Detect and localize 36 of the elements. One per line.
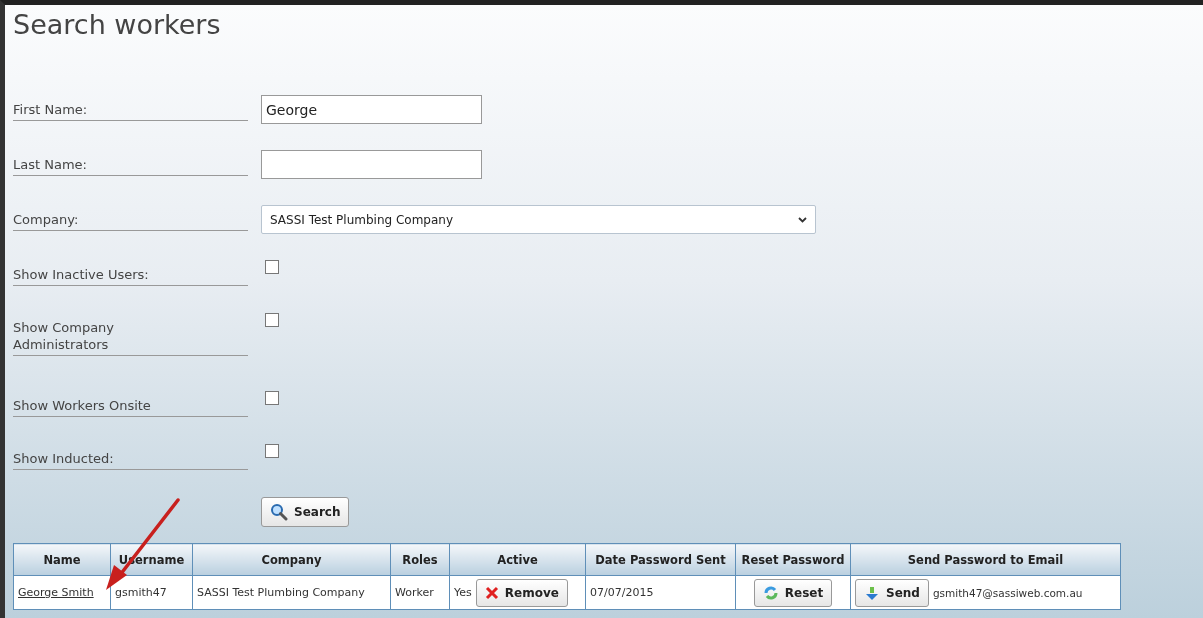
checkbox[interactable] [265,260,279,274]
field-label: Last Name: [13,150,248,176]
active-status: Yes [454,586,472,599]
column-header: Roles [390,543,450,576]
field-label: Show Company Administrators [13,313,248,356]
download-arrow-icon [864,584,880,601]
column-header: Send Password to Email [850,543,1121,576]
close-icon [484,585,499,600]
field-label: Company: [13,205,248,231]
remove-button[interactable]: Remove [475,578,568,607]
company-dropdown[interactable]: SASSI Test Plumbing Company [261,205,816,234]
caret-icon [798,216,807,223]
search-icon [270,503,288,521]
column-header: Company [192,543,391,576]
input-field[interactable]: George [261,95,482,124]
send-button[interactable]: Send [855,578,929,607]
column-header: Date Password Sent [585,543,736,576]
field-label: Show Workers Onsite [13,391,248,417]
email-address: gsmith47@sassiweb.com.au [932,586,1083,599]
column-header: Reset Password [735,543,851,576]
table-cell: SASSI Test Plumbing Company [192,575,391,610]
field-label: First Name: [13,95,248,121]
input-field[interactable] [261,150,482,179]
page-title: Search workers [13,9,222,42]
refresh-icon [762,584,779,601]
checkbox[interactable] [265,444,279,458]
field-label: Show Inducted: [13,444,248,470]
column-header: Active [449,543,586,576]
search-button[interactable]: Search [261,497,350,527]
field-label: Show Inactive Users: [13,260,248,286]
table-cell: 07/07/2015 [585,575,736,610]
reset-button[interactable]: Reset [753,578,833,607]
checkbox[interactable] [265,391,279,405]
table-cell: Worker [390,575,450,610]
column-header: Name [13,543,111,576]
checkbox[interactable] [265,313,279,327]
